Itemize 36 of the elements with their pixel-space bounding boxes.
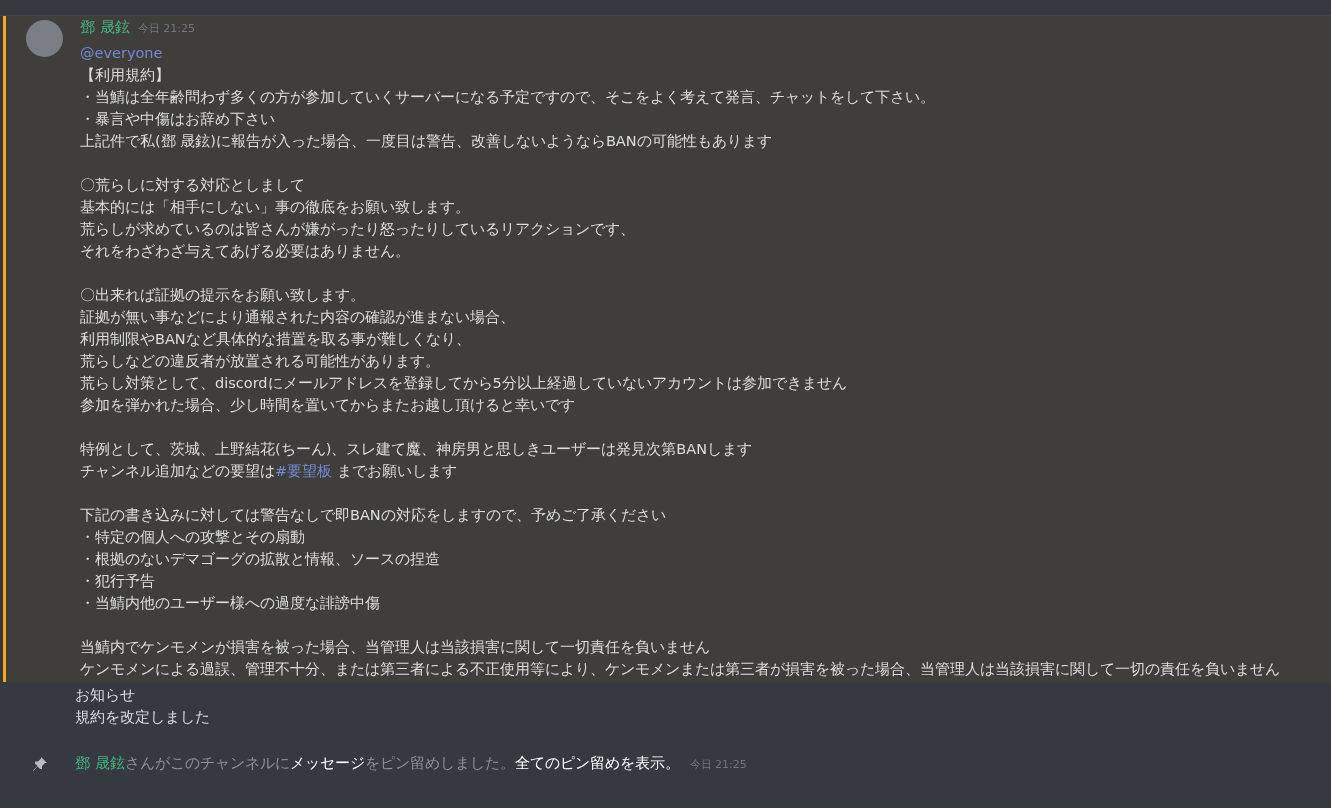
pin-link[interactable]: 全てのピン留めを表示。 (514, 755, 680, 771)
pin-icon (32, 755, 48, 772)
message-text: 上記件で私(鄧 晟鉉)に報告が入った場合、一度目は警告、改善しないようならBANの可能性もあります (80, 132, 773, 151)
timestamp: 今日 21:25 (689, 757, 747, 772)
message-text: ・根拠のないデマゴーグの拡散と情報、ソースの捏造 (80, 550, 441, 569)
message-text: 【利用規約】 (80, 66, 171, 85)
username-link[interactable]: 鄧 晟鉉 (75, 755, 125, 771)
message-text: ケンモメンによる過誤、管理不十分、または第三者による不正使用等により、ケンモメンまたは第三者が損害を被った場合、当管理人は当該損害に関して一切の責任を負いません (80, 660, 1281, 679)
author-name[interactable]: 鄧 晟鉉 (80, 18, 130, 37)
message-text: お知らせ (75, 686, 136, 705)
message-text: 〇荒らしに対する対応としまして (80, 176, 306, 195)
message-text: 当鯖内でケンモメンが損害を被った場合、当管理人は当該損害に関して一切責任を負いません (80, 638, 711, 657)
message-text: ・特定の個人への攻撃とその扇動 (80, 528, 306, 547)
message-text: 荒らしが求めているのは皆さんが嫌がったり怒ったりしているリアクションです、 (80, 220, 636, 239)
message-text: ・当鯖は全年齢問わず多くの方が参加していくサーバーになる予定ですので、そこをよく考えて発言、チャットをして下さい。 (80, 88, 936, 107)
message-text: ・犯行予告 (80, 572, 156, 591)
message-text: チャンネル追加などの要望は#要望板 までお願いします (80, 462, 458, 481)
system-message: 鄧 晟鉉さんがこのチャンネルにメッセージ をピン留めしました。全てのピン留めを表示。 (75, 754, 680, 773)
message-text: 規約を改定しました (75, 708, 211, 727)
message-text: 基本的には「相手にしない」事の徹底をお願い致します。 (80, 198, 471, 217)
message-text: 参加を弾かれた場合、少し時間を置いてからまたお越し頂けると幸いです (80, 396, 576, 415)
message-text: それをわざわざ与えてあげる必要はありません。 (80, 242, 411, 261)
message-text: ・暴言や中傷はお辞め下さい (80, 110, 276, 129)
message-text: 〇出来れば証拠の提示をお願い致します。 (80, 286, 366, 305)
timestamp: 今日 21:25 (137, 21, 195, 36)
message-text: 下記の書き込みに対しては警告なしで即BANの対応をしますので、予めご了承ください (80, 506, 667, 525)
channel-link[interactable]: #要望板 (275, 463, 333, 479)
message-text: 特例として、茨城、上野結花(ちーん)、スレ建て魔、神房男と思しきユーザーは発見次第BANします (80, 440, 754, 459)
mention-text[interactable]: @everyone (80, 45, 163, 61)
message-text: 荒らしなどの違反者が放置される可能性があります。 (80, 352, 441, 371)
message-text: ・当鯖内他のユーザー様への過度な誹謗中傷 (80, 594, 381, 613)
pin-link[interactable]: メッセージ (289, 755, 365, 771)
message-text: 証拠が無い事などにより通報された内容の確認が進まない場合、 (80, 308, 516, 327)
avatar (26, 20, 63, 57)
message-text: 荒らし対策として、discordにメールアドレスを登録してから5分以上経過していないアカウントは参加できません (80, 374, 848, 393)
message-text: 利用制限やBANなど具体的な措置を取る事が難しくなり、 (80, 330, 472, 349)
